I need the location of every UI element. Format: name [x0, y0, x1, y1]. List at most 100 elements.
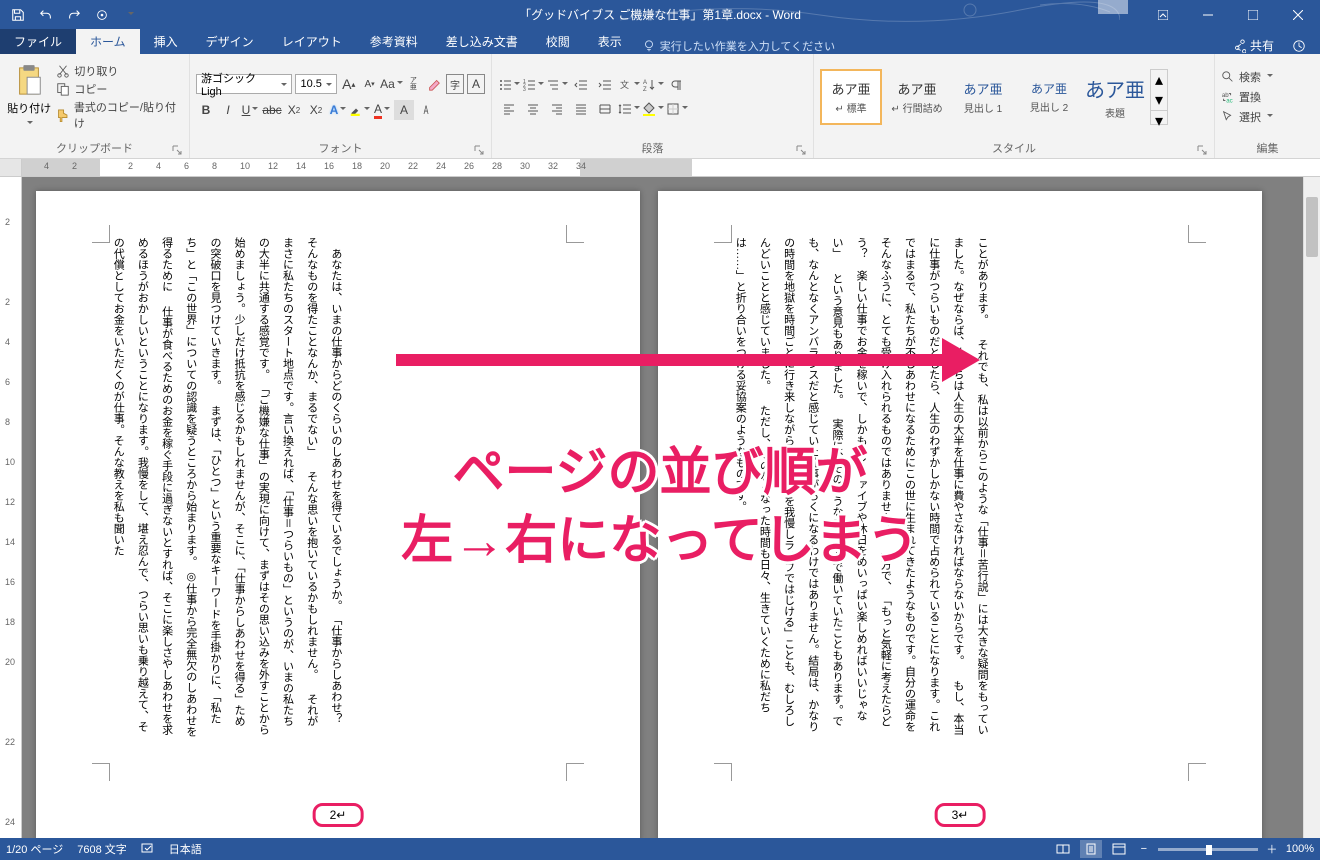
view-print-layout-icon[interactable] [1080, 840, 1102, 858]
borders-icon[interactable] [666, 99, 688, 119]
status-word-count[interactable]: 7608 文字 [77, 841, 127, 857]
redo-icon[interactable] [62, 3, 86, 27]
superscript-icon[interactable]: X2 [306, 100, 326, 120]
align-left-icon[interactable] [498, 99, 520, 119]
tab-review[interactable]: 校閲 [532, 29, 584, 54]
styles-dialog-launcher-icon[interactable] [1196, 144, 1208, 156]
group-editing: 検索 abac置換 選択 編集 [1215, 54, 1320, 158]
tab-view[interactable]: 表示 [584, 29, 636, 54]
copy-button[interactable]: コピー [56, 81, 183, 97]
character-shading-icon[interactable]: A [394, 100, 414, 120]
bullets-icon[interactable] [498, 75, 520, 95]
close-icon[interactable] [1275, 0, 1320, 29]
group-editing-label: 編集 [1221, 138, 1314, 158]
tab-layout[interactable]: レイアウト [268, 29, 356, 54]
status-page[interactable]: 1/20 ページ [6, 841, 63, 857]
maximize-icon[interactable] [1230, 0, 1275, 29]
view-web-layout-icon[interactable] [1108, 840, 1130, 858]
align-right-icon[interactable] [546, 99, 568, 119]
cut-button[interactable]: 切り取り [56, 63, 183, 79]
ribbon-display-icon[interactable] [1140, 0, 1185, 29]
phonetic-guide-icon[interactable]: ア亜 [404, 74, 422, 94]
statusbar: 1/20 ページ 7608 文字 日本語 − ＋ 100% [0, 838, 1320, 860]
svg-text:3: 3 [523, 87, 526, 92]
clear-formatting-icon[interactable] [425, 74, 443, 94]
highlight-icon[interactable] [350, 100, 370, 120]
justify-icon[interactable] [570, 99, 592, 119]
italic-icon[interactable]: I [218, 100, 238, 120]
share-button[interactable]: 共有 [1232, 37, 1274, 54]
touch-mode-icon[interactable] [90, 3, 114, 27]
style-heading-2[interactable]: あア亜見出し 2 [1018, 69, 1080, 125]
font-name-combo[interactable]: 游ゴシック Ligh [196, 74, 292, 94]
numbering-icon[interactable]: 123 [522, 75, 544, 95]
horizontal-ruler[interactable]: 642246810121416182022242628303234 [0, 159, 1320, 177]
minimize-icon[interactable] [1185, 0, 1230, 29]
show-marks-icon[interactable] [666, 75, 688, 95]
multilevel-list-icon[interactable] [546, 75, 568, 95]
bold-icon[interactable]: B [196, 100, 216, 120]
status-proofing-icon[interactable] [141, 841, 155, 858]
zoom-slider[interactable] [1158, 848, 1258, 851]
replace-button[interactable]: abac置換 [1221, 89, 1273, 105]
page-left-text[interactable]: あなたは、いまの仕事からどのくらいのしあわせを得ているでしょうか。 「仕事からし… [106, 237, 348, 737]
grow-font-icon[interactable]: A▴ [340, 74, 358, 94]
font-size-combo[interactable]: 10.5 [295, 74, 336, 94]
strikethrough-icon[interactable]: abc [262, 100, 282, 120]
vertical-scrollbar[interactable] [1303, 177, 1320, 838]
undo-icon[interactable] [34, 3, 58, 27]
tab-references[interactable]: 参考資料 [356, 29, 432, 54]
ribbon: 貼り付け 切り取り コピー 書式のコピー/貼り付け クリップボード 游ゴシック … [0, 54, 1320, 159]
text-effects-icon[interactable]: A [328, 100, 348, 120]
page-number-left: 2↵ [313, 803, 364, 827]
increase-indent-icon[interactable] [594, 75, 616, 95]
line-spacing-icon[interactable] [618, 99, 640, 119]
change-case-icon[interactable]: Aa [381, 74, 401, 94]
align-center-icon[interactable] [522, 99, 544, 119]
paste-button[interactable]: 貼り付け [6, 64, 52, 130]
zoom-out-icon[interactable]: − [1136, 840, 1152, 858]
zoom-in-icon[interactable]: ＋ [1264, 840, 1280, 858]
shading-icon[interactable] [642, 99, 664, 119]
tab-mailings[interactable]: 差し込み文書 [432, 29, 532, 54]
font-dialog-launcher-icon[interactable] [473, 144, 485, 156]
ribbon-tabs: ファイル ホーム 挿入 デザイン レイアウト 参考資料 差し込み文書 校閲 表示… [0, 29, 1320, 54]
tab-home[interactable]: ホーム [76, 29, 140, 54]
account-placeholder[interactable] [1098, 0, 1128, 14]
style-no-spacing[interactable]: あア亜↵ 行間詰め [886, 69, 948, 125]
styles-gallery-more[interactable]: ▴▾▾ [1150, 69, 1168, 125]
status-language[interactable]: 日本語 [169, 841, 202, 857]
distributed-icon[interactable] [594, 99, 616, 119]
select-button[interactable]: 選択 [1221, 109, 1273, 125]
vertical-ruler[interactable]: 224681012141618202224 [0, 177, 22, 842]
clipboard-dialog-launcher-icon[interactable] [171, 144, 183, 156]
tell-me-search[interactable]: 実行したい作業を入力してください [642, 38, 835, 54]
style-heading-1[interactable]: あア亜見出し 1 [952, 69, 1014, 125]
character-border-icon[interactable]: A [467, 74, 485, 94]
paragraph-dialog-launcher-icon[interactable] [795, 144, 807, 156]
tab-design[interactable]: デザイン [192, 29, 268, 54]
style-title[interactable]: あア亜表題 [1084, 69, 1146, 125]
history-icon[interactable] [1292, 37, 1306, 54]
group-clipboard-label: クリップボード [6, 138, 183, 158]
font-color-icon[interactable]: A [372, 100, 392, 120]
fit-text-icon[interactable]: A [416, 100, 436, 120]
shrink-font-icon[interactable]: A▾ [361, 74, 379, 94]
underline-icon[interactable]: U [240, 100, 260, 120]
zoom-level[interactable]: 100% [1286, 843, 1314, 855]
tab-file[interactable]: ファイル [0, 29, 76, 54]
group-paragraph: 123 文 AZ 段落 [492, 54, 814, 158]
text-direction-icon[interactable]: 文 [618, 75, 640, 95]
format-painter-button[interactable]: 書式のコピー/貼り付け [56, 99, 183, 131]
save-icon[interactable] [6, 3, 30, 27]
enclose-characters-icon[interactable]: 字 [446, 74, 464, 94]
qat-dropdown-icon[interactable] [118, 3, 142, 27]
tab-insert[interactable]: 挿入 [140, 29, 192, 54]
sort-icon[interactable]: AZ [642, 75, 664, 95]
decrease-indent-icon[interactable] [570, 75, 592, 95]
svg-text:ac: ac [1226, 97, 1232, 104]
find-button[interactable]: 検索 [1221, 69, 1273, 85]
view-read-mode-icon[interactable] [1052, 840, 1074, 858]
subscript-icon[interactable]: X2 [284, 100, 304, 120]
style-normal[interactable]: あア亜↵ 標準 [820, 69, 882, 125]
